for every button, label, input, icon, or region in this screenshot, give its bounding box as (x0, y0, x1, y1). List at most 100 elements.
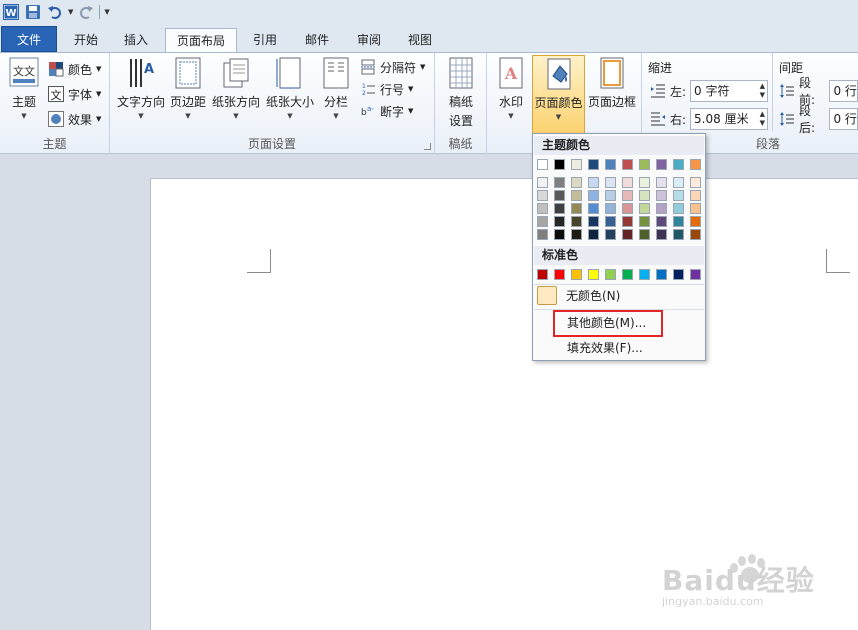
standard-color-swatch[interactable] (639, 269, 650, 280)
theme-shade-swatch[interactable] (673, 190, 684, 201)
indent-right-spinner-icon[interactable]: ▲ ▼ (760, 110, 765, 128)
theme-shade-swatch[interactable] (554, 190, 565, 201)
tab-page-layout[interactable]: 页面布局 (165, 28, 237, 53)
word-logo-icon[interactable]: W (2, 3, 20, 21)
theme-color-swatch[interactable] (605, 159, 616, 170)
orientation-button[interactable]: 纸张方向 ▼ (210, 57, 262, 120)
theme-shade-swatch[interactable] (571, 190, 582, 201)
theme-color-swatch[interactable] (690, 159, 701, 170)
theme-color-swatch[interactable] (537, 159, 548, 170)
no-color-item[interactable]: 无颜色(N) (535, 285, 703, 307)
theme-shade-swatch[interactable] (537, 190, 548, 201)
theme-shade-swatch[interactable] (537, 177, 548, 188)
theme-shade-swatch[interactable] (622, 190, 633, 201)
hyphenation-button[interactable]: b a- 断字 ▼ (360, 101, 413, 121)
watermark-button[interactable]: A 水印 ▼ (493, 57, 529, 120)
theme-shade-swatch[interactable] (673, 216, 684, 227)
tab-references[interactable]: 引用 (243, 28, 287, 52)
theme-shade-swatch[interactable] (656, 203, 667, 214)
undo-icon[interactable] (46, 3, 64, 21)
theme-shade-swatch[interactable] (673, 229, 684, 240)
theme-shade-swatch[interactable] (690, 216, 701, 227)
breaks-button[interactable]: 分隔符 ▼ (360, 57, 425, 77)
tab-file[interactable]: 文件 (1, 26, 57, 52)
theme-shade-swatch[interactable] (537, 216, 548, 227)
tab-mailings[interactable]: 邮件 (295, 28, 339, 52)
theme-shade-swatch[interactable] (588, 203, 599, 214)
theme-shade-swatch[interactable] (690, 190, 701, 201)
standard-color-swatch[interactable] (656, 269, 667, 280)
tab-review[interactable]: 审阅 (347, 28, 391, 52)
fonts-button[interactable]: 文 字体 ▼ (48, 84, 101, 104)
theme-shade-swatch[interactable] (622, 229, 633, 240)
theme-color-swatch[interactable] (588, 159, 599, 170)
standard-color-swatch[interactable] (605, 269, 616, 280)
standard-color-swatch[interactable] (673, 269, 684, 280)
redo-icon[interactable] (77, 3, 95, 21)
undo-dropdown-icon[interactable]: ▼ (68, 8, 73, 16)
theme-color-swatch[interactable] (639, 159, 650, 170)
theme-color-swatch[interactable] (656, 159, 667, 170)
theme-shade-swatch[interactable] (554, 177, 565, 188)
colors-button[interactable]: 颜色 ▼ (48, 59, 101, 79)
theme-shade-swatch[interactable] (571, 203, 582, 214)
theme-button[interactable]: 文文 主题 ▼ (6, 57, 42, 120)
standard-color-swatch[interactable] (537, 269, 548, 280)
indent-left-field[interactable]: 0 字符 ▲ ▼ (690, 80, 769, 102)
size-button[interactable]: 纸张大小 ▼ (264, 57, 316, 120)
theme-shade-swatch[interactable] (622, 216, 633, 227)
theme-shade-swatch[interactable] (639, 177, 650, 188)
standard-color-swatch[interactable] (690, 269, 701, 280)
columns-button[interactable]: 分栏 ▼ (318, 57, 354, 120)
theme-shade-swatch[interactable] (639, 190, 650, 201)
theme-shade-swatch[interactable] (537, 203, 548, 214)
theme-shade-swatch[interactable] (571, 216, 582, 227)
theme-color-swatch[interactable] (673, 159, 684, 170)
theme-color-swatch[interactable] (571, 159, 582, 170)
standard-color-swatch[interactable] (588, 269, 599, 280)
effects-button[interactable]: 效果 ▼ (48, 109, 101, 129)
standard-color-swatch[interactable] (622, 269, 633, 280)
theme-shade-swatch[interactable] (588, 229, 599, 240)
standard-color-swatch[interactable] (571, 269, 582, 280)
customize-icon[interactable]: ▼ (104, 8, 109, 16)
theme-shade-swatch[interactable] (639, 216, 650, 227)
theme-shade-swatch[interactable] (622, 177, 633, 188)
theme-shade-swatch[interactable] (656, 190, 667, 201)
theme-shade-swatch[interactable] (605, 229, 616, 240)
tab-home[interactable]: 开始 (64, 28, 108, 52)
theme-shade-swatch[interactable] (554, 229, 565, 240)
spacing-after-field[interactable]: 0 行 (829, 108, 858, 130)
tab-insert[interactable]: 插入 (114, 28, 158, 52)
page-setup-launcher-icon[interactable] (424, 143, 431, 150)
theme-shade-swatch[interactable] (673, 177, 684, 188)
theme-shade-swatch[interactable] (690, 177, 701, 188)
theme-shade-swatch[interactable] (656, 216, 667, 227)
theme-shade-swatch[interactable] (588, 190, 599, 201)
theme-shade-swatch[interactable] (537, 229, 548, 240)
theme-shade-swatch[interactable] (690, 203, 701, 214)
margins-button[interactable]: 页边距 ▼ (168, 57, 208, 120)
tab-view[interactable]: 视图 (398, 28, 442, 52)
theme-shade-swatch[interactable] (690, 229, 701, 240)
indent-left-spinner-icon[interactable]: ▲ ▼ (760, 82, 765, 100)
theme-shade-swatch[interactable] (656, 229, 667, 240)
indent-right-field[interactable]: 5.08 厘米 ▲ ▼ (690, 108, 769, 130)
spacing-before-field[interactable]: 0 行 (829, 80, 858, 102)
theme-shade-swatch[interactable] (588, 177, 599, 188)
theme-shade-swatch[interactable] (554, 203, 565, 214)
line-numbers-button[interactable]: 12 行号 ▼ (360, 79, 413, 99)
theme-shade-swatch[interactable] (656, 177, 667, 188)
theme-shade-swatch[interactable] (571, 177, 582, 188)
theme-shade-swatch[interactable] (554, 216, 565, 227)
theme-shade-swatch[interactable] (639, 203, 650, 214)
theme-shade-swatch[interactable] (605, 177, 616, 188)
theme-shade-swatch[interactable] (639, 229, 650, 240)
page-borders-button[interactable]: 页面边框 (586, 57, 638, 110)
page-color-button[interactable]: 页面颜色 ▼ (532, 55, 585, 135)
theme-shade-swatch[interactable] (605, 190, 616, 201)
theme-color-swatch[interactable] (554, 159, 565, 170)
draft-settings-button[interactable]: 稿纸 设置 (441, 57, 481, 129)
theme-shade-swatch[interactable] (605, 216, 616, 227)
theme-shade-swatch[interactable] (605, 203, 616, 214)
